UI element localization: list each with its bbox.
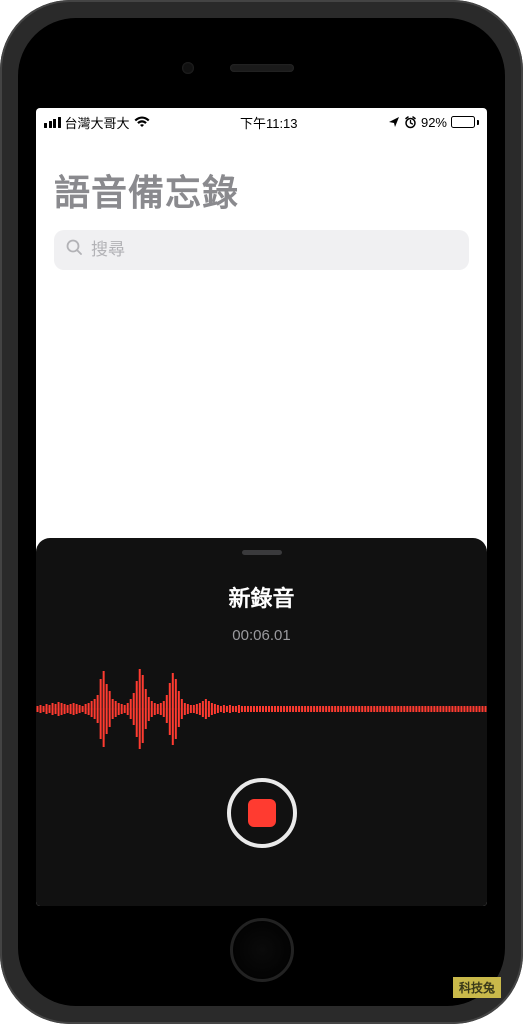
waveform-display [36,664,487,754]
status-time: 下午11:13 [240,113,298,132]
wifi-icon [134,116,150,128]
panel-grabber[interactable] [242,550,282,555]
cellular-signal-icon [44,117,61,128]
stop-record-button[interactable] [227,778,297,848]
earpiece-speaker [230,64,294,72]
recording-title: 新錄音 [228,581,294,613]
screen: 台灣大哥大 下午11:13 92% [36,108,487,906]
battery-percent: 92% [421,115,447,130]
status-bar: 台灣大哥大 下午11:13 92% [36,108,487,136]
search-icon [66,239,83,261]
battery-icon [451,116,479,128]
recording-timer: 00:06.01 [232,627,290,644]
location-icon [388,116,400,128]
search-input[interactable] [91,240,457,260]
recording-panel: 新錄音 00:06.01 [36,538,487,906]
home-button[interactable] [230,918,294,982]
page-title: 語音備忘錄 [54,164,469,216]
watermark-badge: 科技兔 [453,977,501,998]
main-content: 語音備忘錄 [36,136,487,538]
stop-icon [248,799,276,827]
carrier-label: 台灣大哥大 [65,113,130,132]
device-frame: 台灣大哥大 下午11:13 92% [0,0,523,1024]
front-camera [182,62,194,74]
search-field[interactable] [54,230,469,270]
device-bezel: 台灣大哥大 下午11:13 92% [18,18,505,1006]
alarm-icon [404,116,417,129]
